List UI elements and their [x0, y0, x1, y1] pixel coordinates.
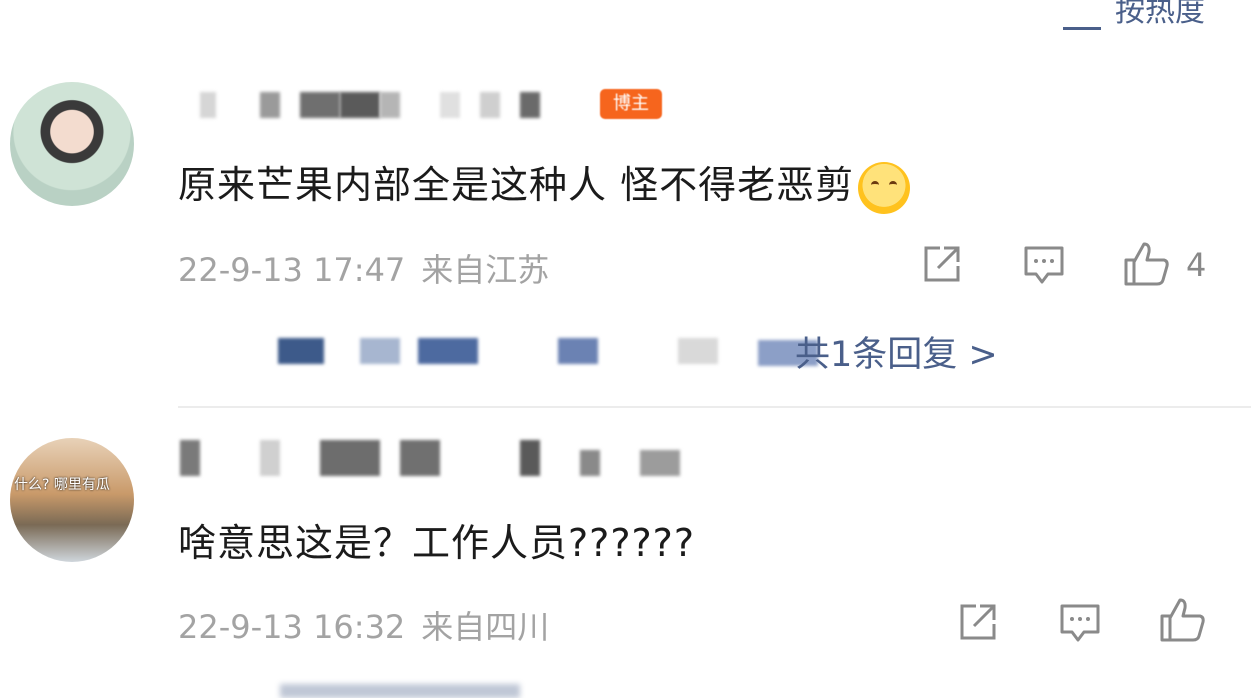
view-replies-link[interactable]: 共1条回复 >: [795, 326, 998, 377]
username-redacted[interactable]: [180, 440, 700, 476]
share-icon[interactable]: [956, 600, 1000, 644]
blogger-badge: 博主: [600, 89, 662, 119]
comment-icon[interactable]: [1022, 242, 1066, 286]
avatar-caption: 什么? 哪里有瓜: [14, 477, 110, 493]
comment-text: 啥意思这是？工作人员??????: [178, 521, 696, 565]
thumbs-up-icon[interactable]: [1158, 596, 1206, 644]
avatar[interactable]: 什么? 哪里有瓜: [10, 438, 134, 562]
comment-meta: 22-9-13 16:32 来自四川: [178, 602, 565, 648]
comment-location: 来自江苏: [421, 251, 550, 289]
grinning-face-emoji-icon: [858, 161, 911, 214]
comment-meta: 22-9-13 17:47 来自江苏: [178, 245, 565, 291]
comment-text: 原来芒果内部全是这种人 怪不得老恶剪: [178, 154, 911, 214]
comment-location: 来自四川: [421, 608, 550, 646]
share-icon[interactable]: [920, 242, 964, 286]
comment-time: 22-9-13 17:47: [178, 251, 406, 289]
comment-time: 22-9-13 16:32: [178, 608, 406, 646]
sort-toggle[interactable]: 按热度: [1063, 0, 1205, 30]
like-count: 4: [1186, 246, 1207, 284]
reply-preview-cut: [280, 684, 520, 698]
comment-icon[interactable]: [1058, 600, 1102, 644]
divider: [178, 406, 1251, 408]
avatar[interactable]: [10, 82, 134, 206]
username-redacted[interactable]: [180, 92, 660, 122]
sort-label: 按热度: [1115, 0, 1205, 29]
sort-icon: [1063, 0, 1101, 30]
thumbs-up-icon[interactable]: [1122, 240, 1170, 288]
